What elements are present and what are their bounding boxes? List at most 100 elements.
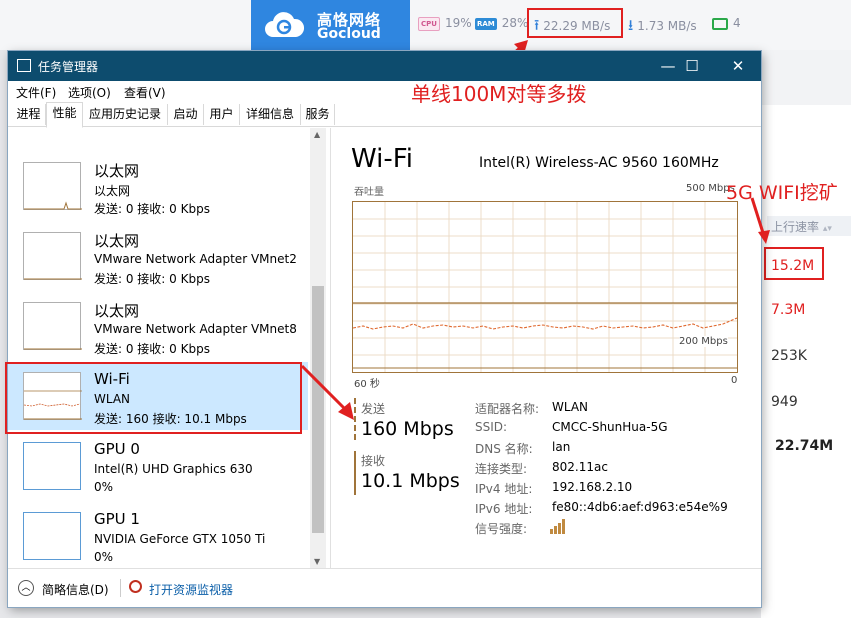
download-speed: 1.73 MB/s [637,19,697,33]
close-button[interactable]: ✕ [715,51,761,81]
tab-users[interactable]: 用户 [204,104,240,125]
list-item[interactable]: GPU 1 NVIDIA GeForce GTX 1050 Ti 0% [8,502,308,568]
wifi-highlight-box [5,362,302,434]
prop-value: fe80::4db6:aef:d963:e54e%9 [552,500,728,514]
ram-usage: RAM 28% [475,16,528,30]
mini-graph [23,162,82,210]
tab-services[interactable]: 服务 [301,104,335,125]
task-manager-icon [17,59,31,72]
cpu-icon: CPU [418,16,440,31]
send-value: 160 Mbps [361,418,454,440]
menu-options[interactable]: 选项(O) [68,84,111,101]
download-arrow-icon: ⭳ [628,16,634,34]
window-title: 任务管理器 [38,60,99,74]
device-sub: VMware Network Adapter VMnet8 [94,322,297,336]
menu-file[interactable]: 文件(F) [16,84,56,101]
device-sub: VMware Network Adapter VMnet2 [94,252,297,266]
device-name: GPU 1 [94,510,140,528]
prop-value: lan [552,440,571,454]
upload-highlight-box [527,8,623,38]
device-stat: 0% [94,480,114,494]
device-name: GPU 0 [94,440,140,458]
prop-value: 192.168.2.10 [552,480,633,494]
list-item[interactable]: 以太网 VMware Network Adapter VMnet2 发送: 0 … [8,222,308,290]
tab-app-history[interactable]: 应用历史记录 [83,104,168,125]
rate-value: 7.3M [771,302,806,318]
title-bar[interactable]: 任务管理器 — ☐ ✕ [8,51,761,81]
recv-legend-bar [354,451,356,495]
menu-bar: 文件(F) 选项(O) 查看(V) [8,81,761,101]
resource-monitor-icon[interactable] [129,580,142,593]
footer-divider [120,579,121,597]
device-stat: 发送: 0 接收: 0 Kbps [94,202,210,216]
list-item[interactable]: 以太网 VMware Network Adapter VMnet8 发送: 0 … [8,292,308,360]
detail-title: Wi-Fi [351,144,414,174]
annotation-right-note: 5G WIFI挖矿 [726,182,838,204]
prop-value: CMCC-ShunHua-5G [552,420,668,434]
device-name: 以太网 [94,302,140,320]
list-item[interactable]: GPU 0 Intel(R) UHD Graphics 630 0% [8,432,308,500]
device-stat: 发送: 0 接收: 0 Kbps [94,272,210,286]
prop-label: 连接类型: [475,462,528,476]
ram-percent: 28% [501,16,529,30]
device-count: 4 [733,16,741,30]
device-sub: Intel(R) UHD Graphics 630 [94,462,253,476]
rate-total: 22.74M [775,438,834,454]
device-list: 以太网 以太网 发送: 0 接收: 0 Kbps 以太网 VMware Netw… [8,128,326,568]
upload-rate-column-header[interactable]: 上行速率 ▴▾ [767,216,851,236]
mini-graph [23,512,81,560]
tab-performance[interactable]: 性能 [46,102,83,128]
device-count-stat: 4 [712,16,741,30]
recv-label: 接收 [361,454,386,468]
prop-label: 适配器名称: [475,402,540,416]
rate-value: 949 [771,394,798,410]
tab-details[interactable]: 详细信息 [240,104,301,125]
logo-en-text: Gocloud [317,26,381,42]
rate-value: 253K [771,348,807,364]
device-sub: NVIDIA GeForce GTX 1050 Ti [94,532,266,546]
recv-value: 10.1 Mbps [361,470,460,492]
ram-icon: RAM [475,17,497,30]
device-check-icon [712,17,728,30]
tab-strip: 进程 性能 应用历史记录 启动 用户 详细信息 服务 [8,102,761,128]
footer-bar: ︿ 简略信息(D) 打开资源监视器 [8,568,761,608]
scroll-up-icon[interactable]: ▲ [314,130,320,139]
cloud-logo-icon [265,12,305,37]
open-resource-monitor-link[interactable]: 打开资源监视器 [149,581,233,598]
annotation-arrow-wifi [300,364,354,420]
tab-startup[interactable]: 启动 [168,104,204,125]
list-item[interactable] [8,128,308,138]
cpu-percent: 19% [444,16,472,30]
maximize-button[interactable]: ☐ [669,51,715,81]
device-name: 以太网 [94,232,140,250]
annotation-arrow-right [750,197,770,244]
menu-view[interactable]: 查看(V) [124,84,166,101]
tab-processes[interactable]: 进程 [12,104,46,125]
prop-label: DNS 名称: [475,442,533,456]
cpu-usage: CPU 19% [418,16,472,31]
list-item[interactable]: 以太网 以太网 发送: 0 接收: 0 Kbps [8,152,308,220]
graph-mid-label: 200 Mbps [679,336,728,347]
gocloud-logo[interactable]: 高恪网络 Gocloud [251,0,410,50]
panel-divider [330,128,331,568]
prop-value: WLAN [552,400,589,414]
prop-label: IPv6 地址: [475,502,533,516]
device-name: 以太网 [94,162,140,180]
device-stat: 发送: 0 接收: 0 Kbps [94,342,210,356]
throughput-label: 吞吐量 [354,187,384,198]
signal-strength-icon [550,519,565,534]
device-stat: 0% [94,550,114,564]
mini-graph [23,232,82,280]
prop-label: SSID: [475,420,508,434]
collapse-icon[interactable]: ︿ [18,580,34,596]
send-label: 发送 [361,402,386,416]
mini-graph [23,302,82,350]
adapter-name: Intel(R) Wireless-AC 9560 160MHz [479,155,719,171]
throughput-graph: 200 Mbps [352,201,738,373]
graph-x-right: 0 [731,375,738,386]
prop-label: IPv4 地址: [475,482,533,496]
scroll-down-icon[interactable]: ▼ [314,557,320,566]
download-speed-stat: ⭳ 1.73 MB/s [628,15,697,40]
prop-value: 802.11ac [552,460,608,474]
less-details-link[interactable]: 简略信息(D) [42,581,109,598]
